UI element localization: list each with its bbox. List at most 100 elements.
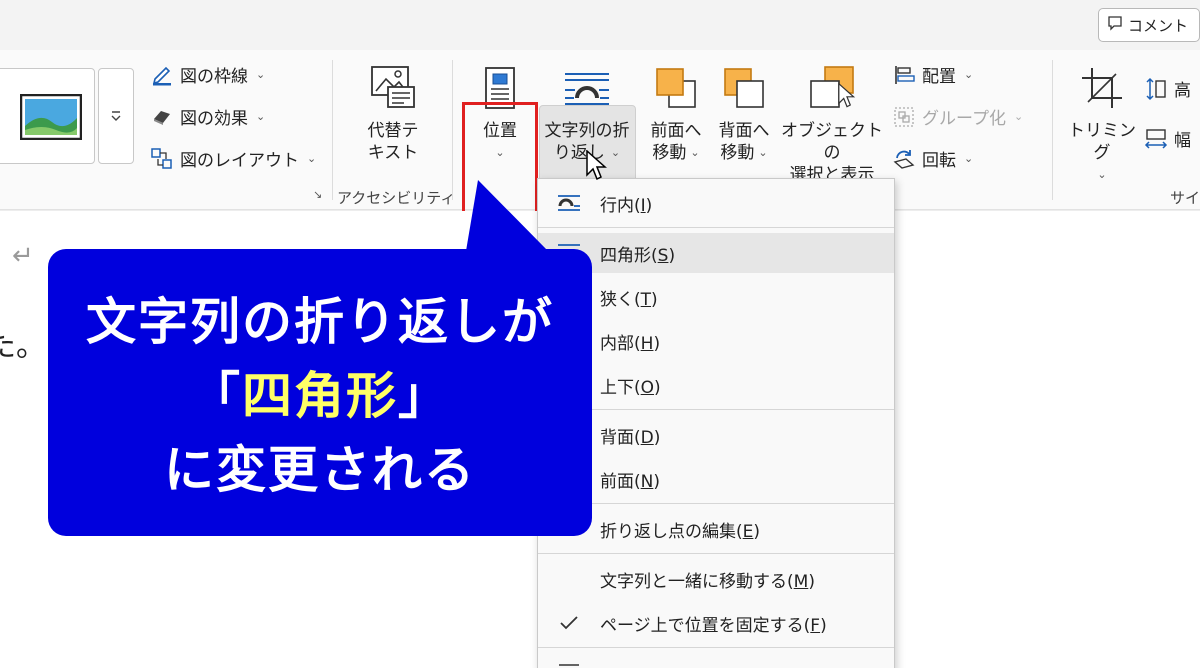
chevron-down-icon: ⌄: [964, 68, 974, 81]
send-backward-label-2: 移動: [720, 143, 755, 163]
comment-button[interactable]: コメント: [1098, 8, 1200, 42]
layout-options-icon: [554, 658, 584, 668]
size-group-label: サイ: [1170, 189, 1200, 207]
mouse-pointer-ghost-icon: [838, 82, 856, 108]
picture-border-label: 図の枠線: [180, 67, 248, 87]
menu-item-accelerator: O: [640, 377, 655, 398]
picture-layout-label: 図のレイアウト: [180, 151, 299, 171]
comment-icon: [1107, 15, 1123, 35]
crop-label: トリミング: [1068, 121, 1136, 163]
height-label: 高: [1174, 81, 1191, 101]
menu-item-close: ): [668, 245, 676, 266]
picture-style-thumbnail[interactable]: [20, 94, 82, 140]
align-left-icon: [892, 63, 916, 87]
menu-item-close: ): [808, 571, 815, 592]
group-separator: [452, 60, 453, 200]
menu-separator: [538, 553, 894, 554]
callout-line-3: に変更される: [164, 441, 476, 499]
menu-item-move-with-text[interactable]: 文字列と一緒に移動する(M): [538, 559, 894, 599]
menu-item-close: ): [653, 427, 661, 448]
send-backward-label-1: 背面へ: [718, 121, 770, 141]
chevron-down-icon: ⌄: [610, 146, 621, 159]
align-button[interactable]: 配置 ⌄: [892, 62, 973, 87]
chevron-down-icon: ⌄: [964, 152, 974, 165]
send-backward-icon: [718, 62, 770, 114]
alt-text-button[interactable]: 代替テ キスト: [358, 62, 428, 164]
dialog-launcher-icon[interactable]: ↘: [313, 188, 322, 201]
selection-pane-button[interactable]: オブジェクトの 選択と表示: [780, 62, 884, 186]
menu-item-accelerator: F: [810, 615, 821, 636]
bring-forward-label-2: 移動: [652, 143, 687, 163]
menu-item-label: 内部(: [600, 333, 641, 354]
menu-item-label: 背面(: [600, 427, 641, 448]
picture-layout-button[interactable]: 図のレイアウト ⌄: [150, 146, 316, 171]
menu-item-accelerator: T: [640, 289, 652, 310]
gallery-more-button[interactable]: [98, 68, 134, 164]
mouse-pointer-icon: [586, 150, 607, 181]
rotate-icon: [892, 147, 916, 171]
alt-text-icon: [367, 62, 419, 114]
crop-button[interactable]: トリミング ⌄: [1062, 62, 1142, 186]
menu-item-close: ): [654, 377, 661, 398]
picture-effects-label: 図の効果: [180, 109, 248, 129]
callout-bracket-open: 「: [190, 367, 242, 425]
group-separator: [1052, 60, 1053, 200]
title-bar: コメント: [0, 0, 1200, 50]
menu-item-accelerator: N: [640, 471, 654, 492]
align-label: 配置: [922, 67, 956, 87]
selection-pane-label-1: オブジェクトの: [781, 121, 883, 163]
picture-layout-icon: [150, 147, 174, 171]
menu-item-label: 文字列と一緒に移動する(: [600, 571, 794, 592]
menu-item-close: ): [653, 471, 660, 492]
menu-item-accelerator: S: [657, 245, 669, 266]
menu-item-label: 上下(: [600, 377, 641, 398]
group-objects-icon: [892, 105, 916, 129]
comment-label: コメント: [1128, 16, 1189, 35]
height-field[interactable]: 高: [1144, 76, 1191, 101]
menu-item-label: ページ上で位置を固定する(: [600, 615, 811, 636]
group-objects-label: グループ化: [922, 109, 1006, 129]
menu-separator: [538, 647, 894, 648]
position-highlight-box: [462, 102, 538, 220]
accessibility-group-label: アクセシビリティ: [337, 189, 456, 207]
width-field[interactable]: 幅: [1144, 126, 1191, 151]
bring-forward-label-1: 前面へ: [650, 121, 702, 141]
height-icon: [1144, 77, 1168, 101]
send-backward-button[interactable]: 背面へ 移動 ⌄: [708, 62, 780, 164]
group-objects-button[interactable]: グループ化 ⌄: [892, 104, 1023, 129]
menu-item-in-line[interactable]: 行内(I): [538, 183, 894, 223]
wrap-text-icon: [561, 62, 613, 114]
paragraph-return-mark: ↵: [12, 241, 34, 271]
menu-item-close: ): [820, 615, 827, 636]
callout-highlight-text: 四角形: [242, 367, 398, 425]
rotate-button[interactable]: 回転 ⌄: [892, 146, 973, 171]
chevron-down-icon: ⌄: [307, 152, 317, 165]
wrap-text-label-1: 文字列の折: [544, 121, 630, 141]
menu-item-close: ): [653, 333, 661, 354]
checkmark-icon: [554, 608, 584, 638]
chevron-down-icon: ⌄: [256, 110, 266, 123]
callout-line-2: 「四角形」: [48, 356, 592, 428]
picture-border-button[interactable]: 図の枠線 ⌄: [150, 62, 265, 87]
width-label: 幅: [1174, 131, 1191, 151]
menu-item-accelerator: H: [640, 333, 654, 354]
chevron-down-icon: ⌄: [256, 68, 266, 81]
menu-item-fix-position[interactable]: ページ上で位置を固定する(F): [538, 603, 894, 643]
picture-effects-button[interactable]: 図の効果 ⌄: [150, 104, 265, 129]
wrap-text-button[interactable]: 文字列の折 り返し ⌄: [536, 62, 638, 164]
callout-bracket-close: 」: [398, 367, 450, 425]
menu-item-close: ): [753, 521, 761, 542]
menu-item-label: 狭く(: [600, 289, 641, 310]
chevron-down-icon: ⌄: [1013, 110, 1024, 123]
menu-item-more-layout-options[interactable]: [538, 653, 894, 668]
crop-icon: [1076, 62, 1128, 114]
bring-forward-icon: [650, 62, 702, 114]
chevron-down-icon: ⌄: [690, 146, 700, 159]
alt-text-label-1: 代替テ: [367, 121, 419, 141]
width-icon: [1144, 127, 1168, 151]
bring-forward-button[interactable]: 前面へ 移動 ⌄: [640, 62, 712, 164]
chevron-down-icon: ⌄: [758, 146, 768, 159]
menu-separator: [538, 227, 894, 228]
picture-effects-icon: [150, 105, 174, 129]
callout-line-1: 文字列の折り返しが: [86, 293, 554, 351]
